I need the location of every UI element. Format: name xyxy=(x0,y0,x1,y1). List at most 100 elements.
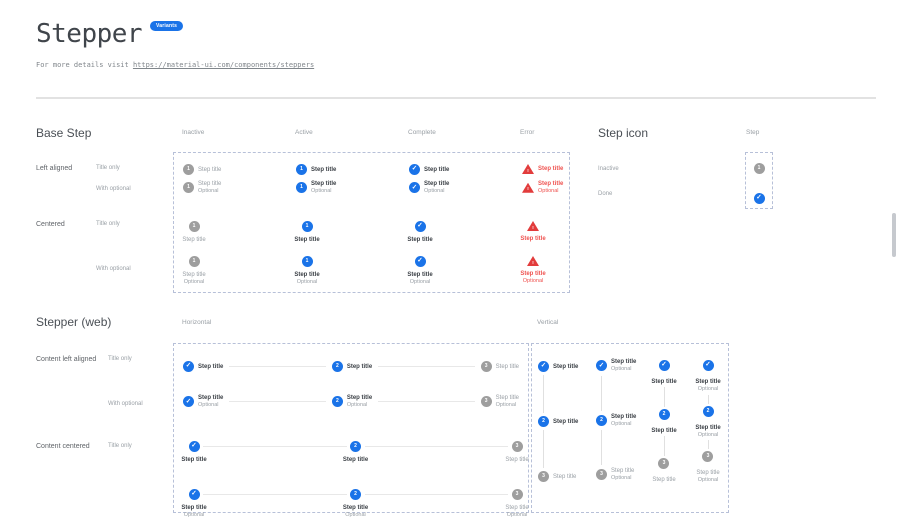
step-title: Step title xyxy=(651,428,676,434)
material-ui-link[interactable]: https://material-ui.com/components/stepp… xyxy=(133,61,314,69)
step: 1 Step title Optional xyxy=(171,256,217,286)
step-texts: Step title xyxy=(520,236,545,242)
step: ✓ Step title Optional xyxy=(596,359,636,373)
connector xyxy=(708,440,709,449)
step-title: Step title xyxy=(347,395,372,401)
step: 3 Step title Optional xyxy=(481,395,519,409)
base-step-cell: ✓ Step title xyxy=(409,164,522,182)
step-title: Step title xyxy=(505,457,528,463)
base-step-cell: 1 Step title xyxy=(296,164,409,182)
step: 1 xyxy=(754,163,765,174)
step-title: Step title xyxy=(611,359,636,365)
connector xyxy=(229,366,325,367)
step-icon: 3 xyxy=(702,451,713,462)
page-title: Stepper xyxy=(36,20,142,49)
step: 2 Step title Optional xyxy=(695,406,720,439)
step: 3 Step title xyxy=(652,458,675,483)
step-icon: 2 xyxy=(332,361,343,372)
base-step-cell: 1 Step title Optional xyxy=(183,256,296,286)
step-title: Step title xyxy=(611,414,636,420)
step-texts: Step title Optional xyxy=(695,379,720,393)
step-title: Step title xyxy=(343,457,368,463)
step-title: Step title xyxy=(553,419,578,425)
column-header-step: Step xyxy=(746,129,759,136)
step-icon: 2 xyxy=(596,415,607,426)
step-texts: Step title xyxy=(496,364,519,370)
step-icon: ✓ xyxy=(409,182,420,193)
step: ✓ Step title xyxy=(651,360,676,385)
step-title: Step title xyxy=(424,181,449,187)
connector xyxy=(543,375,544,413)
base-step-row-center-optional: 1 Step title Optional 1 Step title Optio… xyxy=(174,256,635,286)
step: ✓ Step title Optional xyxy=(695,360,720,393)
step: ✓ xyxy=(754,193,765,204)
step: 2 Step title Optional xyxy=(596,414,636,428)
step-texts: Step title Optional xyxy=(347,395,372,409)
step-title: Step title xyxy=(182,237,205,243)
variants-badge: Variants xyxy=(150,21,183,31)
step: ! Step title xyxy=(510,221,556,242)
step-texts: Step title Optional xyxy=(696,470,719,484)
step-optional-label: Optional xyxy=(311,189,336,195)
connector xyxy=(543,430,544,468)
base-step-cell: 1 Step title Optional xyxy=(296,256,409,286)
step: ! Step title Optional xyxy=(522,181,563,195)
step-optional-label: Optional xyxy=(698,387,719,393)
step-texts: Step title Optional xyxy=(496,395,519,409)
step-optional-label: Optional xyxy=(698,433,719,439)
step-texts: Step title xyxy=(424,167,449,173)
connector xyxy=(708,395,709,404)
step-texts: Step title Optional xyxy=(294,272,319,286)
step-title: Step title xyxy=(407,237,432,243)
row-group-label: Centered xyxy=(36,221,65,228)
row-sub-label: Done xyxy=(598,191,612,197)
step-title: Step title xyxy=(520,271,545,277)
step-icon: ✓ xyxy=(703,360,714,371)
row-sub-label: Title only xyxy=(108,356,132,362)
base-step-row-center-title: 1 Step title 1 Step title xyxy=(174,221,635,243)
base-step-box: 1 Step title 1 Step title xyxy=(173,152,570,293)
step-icon: ! xyxy=(527,256,539,266)
step-icon: 2 xyxy=(659,409,670,420)
step-title: Step title xyxy=(611,468,634,474)
connector xyxy=(601,376,602,411)
section-title-stepper-web: Stepper (web) xyxy=(36,315,111,329)
step-title: Step title xyxy=(695,425,720,431)
step-optional-label: Optional xyxy=(523,279,544,285)
step-optional-label: Optional xyxy=(345,513,366,519)
step-title: Step title xyxy=(696,470,719,476)
step-title: Step title xyxy=(553,474,576,480)
step-texts: Step title Optional xyxy=(311,181,336,195)
step-texts: Step title Optional xyxy=(407,272,432,286)
column-header-vertical: Vertical xyxy=(537,319,558,326)
step-title: Step title xyxy=(538,181,563,187)
section-title-step-icon: Step icon xyxy=(598,126,648,140)
connector xyxy=(365,446,509,447)
scrollbar-thumb[interactable] xyxy=(892,213,896,257)
step-texts: Step title xyxy=(198,364,223,370)
step-icon-box: 1 ✓ xyxy=(745,152,773,209)
column-header-horizontal: Horizontal xyxy=(182,319,211,326)
vertical-stepper-left-title: ✓ Step title 2 Step title 3 Step title xyxy=(538,361,578,482)
step-icon: 2 xyxy=(350,489,361,500)
step: ✓ Step title Optional xyxy=(409,181,449,195)
step-title: Step title xyxy=(198,181,221,187)
step-optional-label: Optional xyxy=(410,280,431,286)
step: 3 Step title xyxy=(538,471,576,482)
step-icon: 3 xyxy=(481,361,492,372)
column-header-complete: Complete xyxy=(408,129,436,136)
base-step-cell: 1 Step title xyxy=(296,221,409,243)
step-icon: ✓ xyxy=(754,193,765,204)
connector xyxy=(378,401,474,402)
step: ✓ Step title xyxy=(183,361,223,372)
step-icon: ✓ xyxy=(659,360,670,371)
step-texts: Step title xyxy=(347,364,372,370)
step-texts: Step title Optional xyxy=(611,414,636,428)
step-icon: ✓ xyxy=(189,489,200,500)
vertical-stepper-left-optional: ✓ Step title Optional 2 Step title Optio… xyxy=(596,359,636,482)
step-icon: ✓ xyxy=(415,256,426,267)
connector xyxy=(203,494,347,495)
step-icon: 2 xyxy=(350,441,361,452)
step-title: Step title xyxy=(181,505,206,511)
horizontal-stepper-box: ✓ Step title 2 Step title 3 Step title xyxy=(173,343,529,513)
